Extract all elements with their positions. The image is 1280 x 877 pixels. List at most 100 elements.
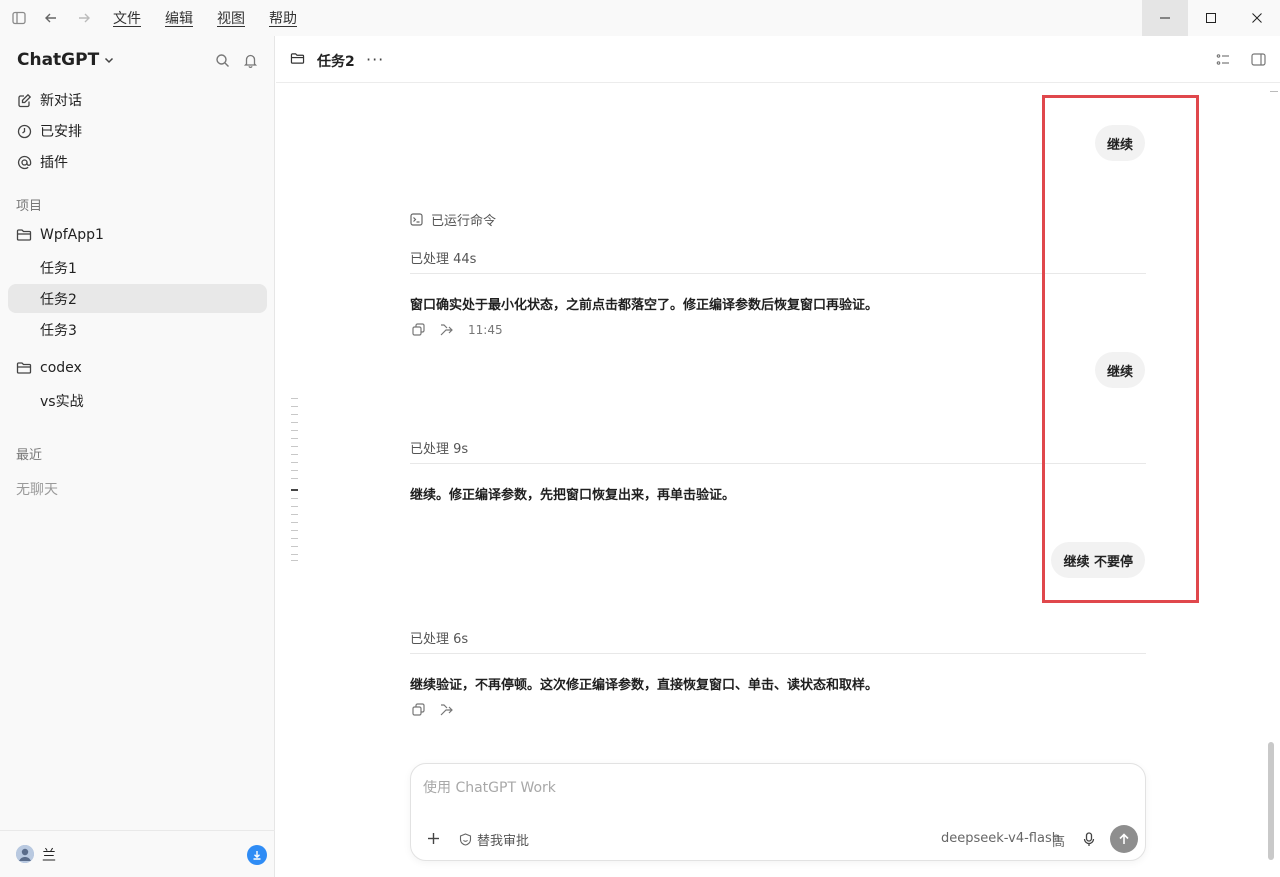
clock-icon	[16, 123, 32, 139]
menu-file[interactable]: 文件	[113, 8, 141, 28]
no-chats-text: 无聊天	[16, 482, 58, 498]
nav-tick[interactable]	[291, 506, 298, 507]
avatar[interactable]	[16, 845, 34, 863]
bell-icon[interactable]	[243, 53, 259, 69]
task-label: 任务2	[40, 291, 77, 308]
nav-tick[interactable]	[291, 430, 298, 431]
copy-icon[interactable]	[412, 323, 426, 337]
auto-approve-label: 替我审批	[477, 834, 530, 849]
menu-edit[interactable]: 编辑	[165, 8, 193, 28]
menu-view[interactable]: 视图	[217, 8, 245, 28]
project-name: codex	[40, 360, 82, 376]
message-time: 11:45	[468, 323, 503, 337]
ran-command-label: 已运行命令	[431, 214, 497, 229]
assistant-message: 窗口确实处于最小化状态，之前点击都落空了。修正编译参数后恢复窗口再验证。	[410, 298, 879, 313]
highlight-box	[1042, 95, 1199, 603]
close-button[interactable]	[1234, 0, 1280, 36]
assistant-message: 继续。修正编译参数，先把窗口恢复出来，再单击验证。	[410, 488, 736, 503]
nav-tick[interactable]	[291, 560, 298, 561]
menu-help[interactable]: 帮助	[269, 8, 297, 28]
sidebar-footer: 兰	[0, 830, 275, 877]
more-options-icon[interactable]: ···	[366, 50, 384, 69]
fork-icon[interactable]	[440, 703, 454, 717]
nav-tick[interactable]	[291, 438, 298, 439]
edit-icon	[16, 92, 32, 108]
plugins-label: 插件	[40, 155, 68, 171]
nav-tick[interactable]	[291, 414, 298, 415]
effort-selector[interactable]: 高	[1052, 831, 1065, 850]
task-item-1[interactable]: 任务1	[8, 253, 267, 282]
nav-tick[interactable]	[291, 530, 298, 531]
processed-label[interactable]: 已处理 6s	[410, 628, 468, 647]
search-icon[interactable]	[215, 53, 231, 69]
user-name[interactable]: 兰	[42, 845, 56, 865]
maximize-button[interactable]	[1188, 0, 1234, 36]
nav-tick-active[interactable]	[291, 489, 298, 491]
nav-tick[interactable]	[291, 454, 298, 455]
project-wpfapp1[interactable]: WpfApp1	[16, 227, 104, 243]
forward-arrow-icon[interactable]	[75, 9, 93, 27]
chevron-down-icon	[105, 57, 114, 64]
scheduled-item[interactable]: 已安排	[16, 121, 82, 141]
nav-tick[interactable]	[291, 462, 298, 463]
nav-tick[interactable]	[291, 514, 298, 515]
minimize-button[interactable]	[1142, 0, 1188, 36]
new-chat-item[interactable]: 新对话	[16, 90, 82, 110]
projects-heading: 项目	[16, 199, 43, 214]
sidebar: ChatGPT 新对话 已安排 插件 项目 WpfApp1 任务1 任务2 任务…	[0, 36, 275, 877]
project-codex[interactable]: codex	[16, 360, 82, 376]
scroll-top-mark	[1270, 91, 1278, 92]
fork-icon[interactable]	[440, 323, 454, 337]
list-view-icon[interactable]	[1216, 52, 1232, 68]
send-button[interactable]	[1110, 825, 1138, 853]
nav-tick[interactable]	[291, 546, 298, 547]
microphone-icon[interactable]	[1083, 832, 1097, 848]
terminal-icon	[410, 213, 423, 226]
nav-tick[interactable]	[291, 554, 298, 555]
composer: 替我审批 deepseek-v4-flash 高	[410, 763, 1146, 861]
folder-icon	[290, 52, 306, 66]
scheduled-label: 已安排	[40, 124, 82, 140]
nav-tick[interactable]	[291, 522, 298, 523]
task-item-2[interactable]: 任务2	[8, 284, 267, 313]
task-label: vs实战	[40, 393, 84, 410]
nav-tick[interactable]	[291, 498, 298, 499]
nav-tick[interactable]	[291, 446, 298, 447]
nav-tick[interactable]	[291, 470, 298, 471]
brand-switcher[interactable]: ChatGPT	[17, 50, 115, 70]
download-update-icon[interactable]	[247, 845, 267, 865]
chat-scrollbar[interactable]	[1268, 742, 1274, 860]
processed-label[interactable]: 已处理 44s	[410, 248, 476, 267]
copy-icon[interactable]	[412, 703, 426, 717]
task-label: 任务1	[40, 260, 77, 277]
nav-tick[interactable]	[291, 538, 298, 539]
brand-name: ChatGPT	[17, 50, 100, 70]
model-selector[interactable]: deepseek-v4-flash	[941, 831, 1060, 846]
arrow-up-icon	[1119, 833, 1129, 844]
ran-command-row[interactable]: 已运行命令	[410, 210, 496, 229]
task-label: 任务3	[40, 322, 77, 339]
new-chat-label: 新对话	[40, 93, 82, 109]
task-item-vs[interactable]: vs实战	[8, 386, 267, 415]
nav-tick[interactable]	[291, 478, 298, 479]
nav-tick[interactable]	[291, 398, 298, 399]
side-panel-icon[interactable]	[1251, 52, 1267, 68]
message-input[interactable]	[423, 778, 1123, 798]
folder-icon	[16, 227, 32, 243]
nav-tick[interactable]	[291, 422, 298, 423]
nav-tick[interactable]	[291, 406, 298, 407]
shield-smile-icon	[459, 833, 472, 846]
plugins-item[interactable]: 插件	[16, 152, 68, 172]
processed-label[interactable]: 已处理 9s	[410, 438, 468, 457]
back-arrow-icon[interactable]	[42, 9, 60, 27]
divider	[410, 463, 1146, 464]
project-name: WpfApp1	[40, 227, 104, 243]
add-icon[interactable]	[427, 832, 441, 846]
conversation-title: 任务2	[317, 54, 355, 70]
task-item-3[interactable]: 任务3	[8, 315, 267, 344]
auto-approve-button[interactable]: 替我审批	[459, 830, 529, 849]
recent-heading: 最近	[16, 448, 43, 463]
folder-icon	[16, 360, 32, 376]
at-icon	[16, 154, 32, 170]
sidebar-toggle-icon[interactable]	[10, 9, 28, 27]
